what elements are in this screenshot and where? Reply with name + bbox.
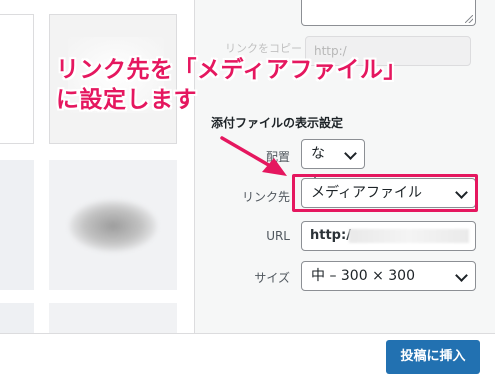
annotation-line-1: リンク先を「メディアファイル」 — [56, 57, 407, 83]
annotation-line-2: に設定します — [56, 87, 197, 113]
